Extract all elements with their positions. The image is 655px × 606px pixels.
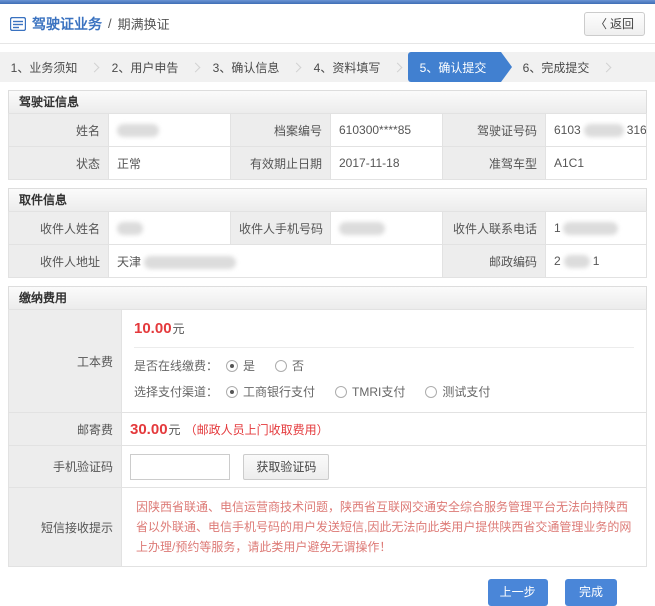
radio-channel-icbc[interactable]: 工商银行支付 — [226, 383, 315, 400]
expiry-label: 有效期止日期 — [231, 147, 331, 180]
recipient-mobile-label: 收件人手机号码 — [231, 212, 331, 245]
license-no-value: 61033163X — [546, 114, 647, 147]
production-fee-amount: 10.00 — [134, 320, 172, 337]
file-no-value: 610300****85 — [331, 114, 443, 147]
mail-fee-label: 邮寄费 — [9, 413, 122, 446]
production-fee-cell: 10.00元 是否在线缴费： 是 否 选择支付渠道： 工商银行支付 TMRI支付… — [122, 310, 647, 413]
radio-channel-tmri[interactable]: TMRI支付 — [335, 383, 405, 400]
postal-code-value: 21 — [546, 245, 647, 278]
pay-channel-label: 选择支付渠道： — [134, 383, 218, 400]
step-3-confirm-info[interactable]: 3、确认信息 — [202, 52, 290, 82]
table-row: 姓名 档案编号 610300****85 驾驶证号码 61033163X — [9, 114, 647, 147]
mail-fee-cell: 30.00元（邮政人员上门收取费用） — [122, 413, 647, 446]
sms-tip-label: 短信接收提示 — [9, 488, 122, 567]
step-2-declaration[interactable]: 2、用户申告 — [101, 52, 189, 82]
radio-unselected-icon — [335, 386, 347, 398]
currency-unit: 元 — [173, 322, 185, 336]
back-button[interactable]: 〈 返回 — [584, 12, 645, 36]
step-navigation: 1、业务须知 2、用户申告 3、确认信息 4、资料填写 5、确认提交 6、完成提… — [0, 52, 655, 82]
sms-code-cell: 获取验证码 — [122, 446, 647, 488]
sms-tip-cell: 因陕西省联通、电信运营商技术问题，陕西省互联网交通安全综合服务管理平台无法向持陕… — [122, 488, 647, 567]
table-row: 收件人地址 天津 邮政编码 21 — [9, 245, 647, 278]
chevron-separator-icon — [602, 62, 612, 72]
redacted-name — [117, 124, 159, 137]
table-row: 短信接收提示 因陕西省联通、电信运营商技术问题，陕西省互联网交通安全综合服务管理… — [9, 488, 647, 567]
table-row: 邮寄费 30.00元（邮政人员上门收取费用） — [9, 413, 647, 446]
mail-fee-note: （邮政人员上门收取费用） — [185, 423, 329, 437]
step-6-complete-submit[interactable]: 6、完成提交 — [512, 52, 600, 82]
table-row: 工本费 10.00元 是否在线缴费： 是 否 选择支付渠道： 工商银行支付 TM… — [9, 310, 647, 413]
license-info-table: 姓名 档案编号 610300****85 驾驶证号码 61033163X 状态 … — [8, 113, 647, 180]
license-info-title: 驾驶证信息 — [8, 90, 647, 114]
payment-section: 缴纳费用 工本费 10.00元 是否在线缴费： 是 否 选择支付渠道： 工商银行… — [8, 286, 647, 567]
redacted-phone — [563, 222, 618, 235]
postal-code-label: 邮政编码 — [443, 245, 546, 278]
radio-online-pay-no[interactable]: 否 — [275, 357, 304, 374]
payment-title: 缴纳费用 — [8, 286, 647, 310]
license-no-label: 驾驶证号码 — [443, 114, 546, 147]
radio-unselected-icon — [275, 360, 287, 372]
file-no-label: 档案编号 — [231, 114, 331, 147]
chevron-separator-icon — [90, 62, 100, 72]
back-button-label: 返回 — [610, 15, 634, 32]
redacted-postal-code — [564, 255, 590, 268]
business-form-icon — [10, 17, 26, 31]
license-info-section: 驾驶证信息 姓名 档案编号 610300****85 驾驶证号码 6103316… — [8, 90, 647, 180]
redacted-address — [144, 256, 236, 269]
title-separator: / — [108, 16, 112, 31]
vehicle-type-value: A1C1 — [546, 147, 647, 180]
payment-table: 工本费 10.00元 是否在线缴费： 是 否 选择支付渠道： 工商银行支付 TM… — [8, 309, 647, 567]
pay-channel-row: 选择支付渠道： 工商银行支付 TMRI支付 测试支付 — [122, 374, 646, 412]
name-label: 姓名 — [9, 114, 109, 147]
pickup-info-section: 取件信息 收件人姓名 收件人手机号码 收件人联系电话 1 收件人地址 天津 邮政… — [8, 188, 647, 278]
step-1-notice[interactable]: 1、业务须知 — [0, 52, 88, 82]
sms-tip-text: 因陕西省联通、电信运营商技术问题，陕西省互联网交通安全综合服务管理平台无法向持陕… — [122, 488, 646, 566]
get-code-button[interactable]: 获取验证码 — [243, 454, 329, 480]
redacted-recipient-name — [117, 222, 143, 235]
previous-step-button[interactable]: 上一步 — [488, 579, 548, 606]
mail-fee-amount: 30.00 — [130, 421, 168, 438]
finish-button[interactable]: 完成 — [565, 579, 617, 606]
radio-online-pay-yes[interactable]: 是 — [226, 357, 255, 374]
radio-channel-test[interactable]: 测试支付 — [425, 383, 490, 400]
recipient-address-value: 天津 — [109, 245, 443, 278]
online-pay-label: 是否在线缴费： — [134, 357, 218, 374]
table-row: 手机验证码 获取验证码 — [9, 446, 647, 488]
recipient-name-value — [109, 212, 231, 245]
status-label: 状态 — [9, 147, 109, 180]
sms-code-input[interactable] — [130, 454, 230, 480]
redacted-mobile — [339, 222, 385, 235]
vehicle-type-label: 准驾车型 — [443, 147, 546, 180]
chevron-separator-icon — [191, 62, 201, 72]
page-title: 驾驶证业务 — [32, 14, 102, 34]
sms-code-label: 手机验证码 — [9, 446, 122, 488]
recipient-address-label: 收件人地址 — [9, 245, 109, 278]
back-chevron-icon: 〈 — [595, 15, 607, 32]
page-header: 驾驶证业务 / 期满换证 〈 返回 — [0, 4, 655, 44]
step-4-fill-data[interactable]: 4、资料填写 — [303, 52, 391, 82]
footer-actions: 上一步 完成 — [0, 567, 655, 606]
recipient-name-label: 收件人姓名 — [9, 212, 109, 245]
recipient-phone-label: 收件人联系电话 — [443, 212, 546, 245]
status-value: 正常 — [109, 147, 231, 180]
chevron-separator-icon — [292, 62, 302, 72]
table-row: 状态 正常 有效期止日期 2017-11-18 准驾车型 A1C1 — [9, 147, 647, 180]
recipient-mobile-value — [331, 212, 443, 245]
radio-selected-icon — [226, 386, 238, 398]
pickup-info-title: 取件信息 — [8, 188, 647, 212]
radio-unselected-icon — [425, 386, 437, 398]
table-row: 收件人姓名 收件人手机号码 收件人联系电话 1 — [9, 212, 647, 245]
step-5-confirm-submit-active[interactable]: 5、确认提交 — [408, 52, 512, 82]
page-subtitle: 期满换证 — [118, 14, 170, 33]
recipient-phone-value: 1 — [546, 212, 647, 245]
online-pay-row: 是否在线缴费： 是 否 — [122, 348, 646, 374]
redacted-license-no — [584, 124, 624, 137]
expiry-value: 2017-11-18 — [331, 147, 443, 180]
radio-selected-icon — [226, 360, 238, 372]
name-value — [109, 114, 231, 147]
chevron-separator-icon — [393, 62, 403, 72]
pickup-info-table: 收件人姓名 收件人手机号码 收件人联系电话 1 收件人地址 天津 邮政编码 21 — [8, 211, 647, 278]
production-fee-label: 工本费 — [9, 310, 122, 413]
